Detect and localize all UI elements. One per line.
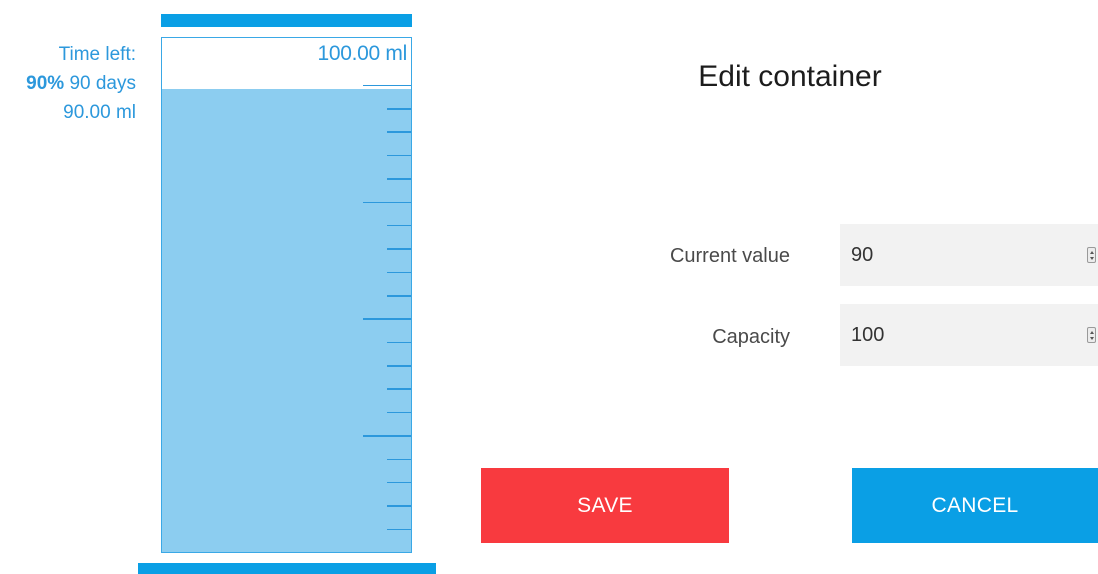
minor-tick <box>387 248 411 250</box>
major-tick <box>363 201 411 204</box>
cylinder-top-bar <box>161 14 412 27</box>
major-tick <box>363 552 411 553</box>
container-cylinder: 100.00 ml <box>161 37 412 553</box>
current-volume: 90.00 ml <box>63 102 136 123</box>
time-left-value: 90% 90 days <box>26 69 136 98</box>
minor-tick <box>387 154 411 157</box>
minor-tick <box>387 131 411 133</box>
time-left-status: Time left: 90% 90 days 90.00 ml <box>26 40 136 127</box>
current-value-spinner[interactable] <box>1087 247 1096 263</box>
minor-tick <box>387 295 411 297</box>
fill-percent: 90% <box>26 73 65 94</box>
spinner-down-icon[interactable] <box>1089 336 1094 340</box>
minor-tick <box>387 411 411 414</box>
current-value-text: 90 <box>851 243 874 266</box>
major-tick <box>363 435 411 437</box>
major-tick <box>363 318 411 320</box>
capacity-input[interactable]: 100 <box>840 304 1098 366</box>
capacity-label: 100.00 ml <box>317 42 407 65</box>
cancel-button[interactable]: CANCEL <box>852 468 1098 543</box>
minor-tick <box>387 481 411 484</box>
major-tick <box>363 84 411 87</box>
minor-tick <box>387 388 411 390</box>
current-value-input[interactable]: 90 <box>840 224 1098 286</box>
current-value-label: Current value <box>669 245 790 267</box>
liquid-fill <box>162 89 411 552</box>
minor-tick <box>387 505 411 507</box>
days-left: 90 days <box>69 73 136 94</box>
minor-tick <box>387 271 411 274</box>
form-title: Edit container <box>698 60 882 93</box>
cylinder-base <box>138 563 436 574</box>
edit-container-screen: Time left: 90% 90 days 90.00 ml 100.00 m… <box>0 0 1098 574</box>
spinner-down-icon[interactable] <box>1089 256 1094 260</box>
capacity-field-label: Capacity <box>712 326 790 348</box>
capacity-text: 100 <box>851 323 885 346</box>
minor-tick <box>387 341 411 344</box>
minor-tick <box>387 108 411 110</box>
minor-tick <box>387 528 411 531</box>
spinner-up-icon[interactable] <box>1089 330 1094 334</box>
minor-tick <box>387 224 411 227</box>
minor-tick <box>387 178 411 180</box>
time-left-label: Time left: <box>58 44 136 65</box>
minor-tick <box>387 365 411 367</box>
save-button[interactable]: SAVE <box>481 468 729 543</box>
minor-tick <box>387 458 411 461</box>
spinner-up-icon[interactable] <box>1089 250 1094 254</box>
capacity-spinner[interactable] <box>1087 327 1096 343</box>
